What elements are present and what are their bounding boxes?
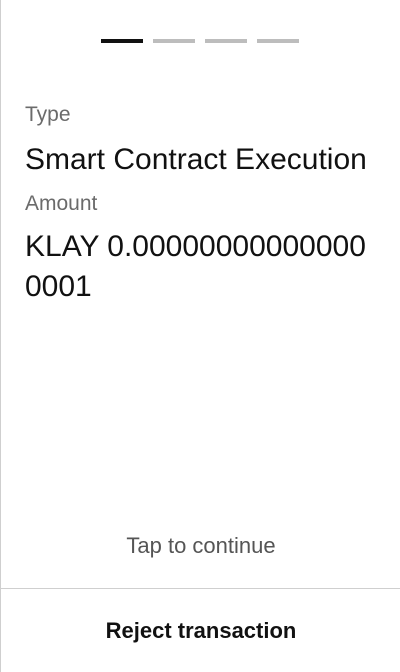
- reject-transaction-button[interactable]: Reject transaction: [1, 589, 400, 672]
- amount-label: Amount: [25, 192, 98, 215]
- type-value: Smart Contract Execution: [25, 143, 367, 176]
- step-indicator-3: [205, 39, 247, 43]
- amount-value: KLAY 0.000000000000000001: [25, 230, 366, 303]
- step-indicator-4: [257, 39, 299, 43]
- tap-to-continue-hint[interactable]: Tap to continue: [1, 533, 400, 559]
- step-indicator-1-active: [101, 39, 143, 43]
- type-label: Type: [25, 103, 71, 126]
- transaction-screen[interactable]: Type Smart Contract Execution Amount KLA…: [0, 0, 400, 672]
- transaction-details: Type Smart Contract Execution Amount KLA…: [25, 102, 381, 307]
- step-indicator-2: [153, 39, 195, 43]
- progress-stepper: [101, 39, 299, 43]
